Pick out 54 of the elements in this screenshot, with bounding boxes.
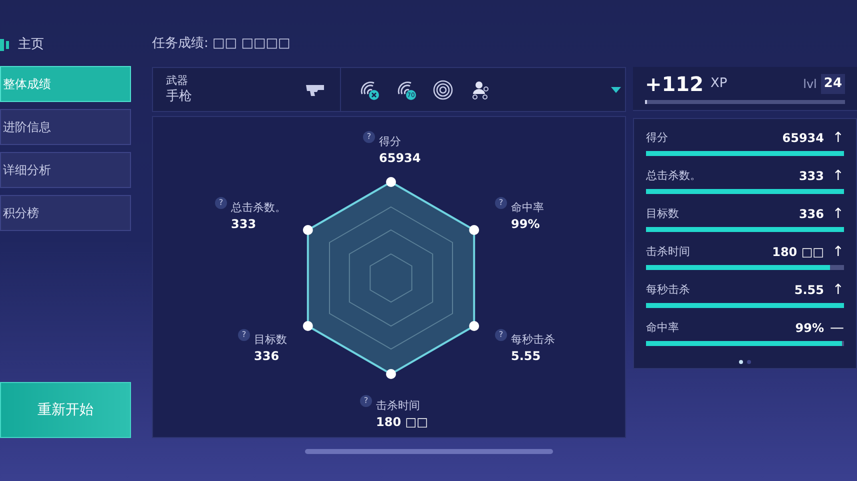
help-icon[interactable]: ? — [495, 197, 507, 209]
level-label: lvl — [803, 76, 817, 93]
axis-value: 65934 — [379, 150, 421, 166]
stat-value: 65934 — [782, 130, 824, 147]
sidebar-tab[interactable]: 积分榜 — [0, 195, 131, 231]
help-icon[interactable]: ? — [215, 197, 227, 209]
stat-label: 目标数 — [646, 206, 680, 222]
stat-label: 得分 — [646, 130, 669, 146]
stat-value: 336 — [798, 206, 824, 223]
axis-label: 得分 — [379, 134, 402, 150]
stat-label: 总击杀数。 — [646, 168, 702, 184]
axis-value: 5.55 — [511, 348, 542, 364]
help-icon[interactable]: ? — [363, 131, 375, 143]
trend-icon: ↑ — [824, 204, 844, 224]
page-title: 任务成绩: □□ □□□□ — [152, 35, 292, 53]
help-icon[interactable]: ? — [238, 329, 250, 341]
pistol-icon — [305, 82, 327, 96]
trend-icon: ↑ — [824, 128, 844, 148]
trend-icon: ↑ — [824, 242, 844, 262]
level-value: 24 — [820, 74, 845, 94]
stat-value: 5.55 — [794, 282, 824, 299]
weapon-name: 手枪 — [166, 88, 193, 106]
radar-icon[interactable] — [359, 80, 379, 100]
axis-label: 每秒击杀 — [511, 332, 555, 348]
stat-value: 180 □□ — [772, 244, 824, 261]
axis-label: 目标数 — [254, 332, 287, 348]
dropdown-caret-icon[interactable] — [611, 86, 621, 92]
stat-value: 99% — [795, 320, 824, 337]
weapon-caption: 武器 — [166, 74, 189, 88]
xp-unit: XP — [710, 75, 728, 94]
axis-value: 99% — [511, 216, 541, 232]
trend-icon: ↑ — [824, 166, 844, 186]
scroll-handle[interactable] — [305, 449, 553, 454]
axis-value: 333 — [231, 216, 258, 232]
stat-label: 每秒击杀 — [646, 282, 691, 298]
sidebar-tab[interactable]: 进阶信息 — [0, 109, 131, 145]
axis-label: 总击杀数。 — [231, 200, 286, 216]
home-label[interactable]: 主页 — [18, 35, 44, 55]
person-targets-icon[interactable] — [470, 80, 490, 100]
help-icon[interactable]: ? — [495, 329, 507, 341]
axis-value: 336 — [254, 348, 280, 364]
hud-icon — [0, 38, 10, 52]
xp-gain: +112 — [645, 71, 704, 98]
axis-label: 击杀时间 — [376, 398, 421, 414]
sidebar-tab[interactable]: 详细分析 — [0, 152, 131, 188]
target-icon[interactable] — [433, 80, 453, 100]
help-icon[interactable]: ? — [360, 395, 372, 407]
axis-value: 180 □□ — [376, 414, 428, 430]
trend-icon: ↑ — [824, 280, 844, 300]
stat-value: 333 — [798, 168, 824, 185]
trend-icon: — — [824, 318, 844, 338]
stat-label: 击杀时间 — [646, 244, 691, 260]
axis-label: 命中率 — [511, 200, 544, 216]
stat-label: 命中率 — [646, 320, 680, 336]
